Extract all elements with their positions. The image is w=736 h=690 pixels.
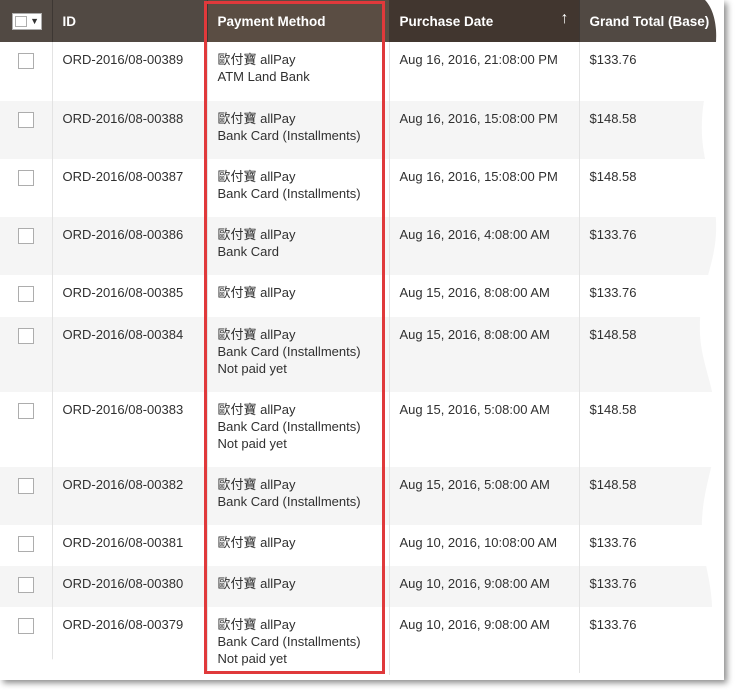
torn-paper-edge [0, 0, 724, 680]
orders-grid-frame: ▼ ID Payment Method Purchase Date ↑ Gran… [0, 0, 724, 680]
